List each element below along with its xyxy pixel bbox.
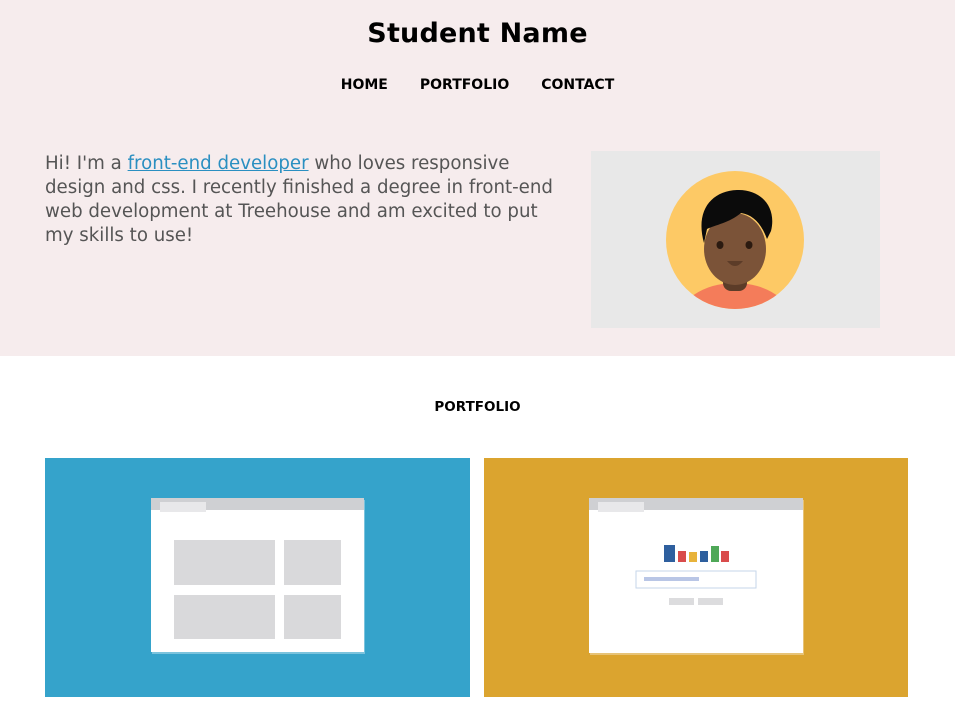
- avatar-illustration-icon: [666, 171, 804, 309]
- portfolio-card-search[interactable]: [484, 458, 908, 697]
- nav-portfolio[interactable]: PORTFOLIO: [420, 77, 509, 93]
- front-end-developer-link[interactable]: front-end developer: [128, 153, 309, 174]
- search-chart-illustration-icon: [589, 498, 804, 655]
- nav-contact[interactable]: CONTACT: [541, 77, 614, 93]
- portfolio-heading: PORTFOLIO: [434, 399, 521, 415]
- site-title: Student Name: [367, 18, 588, 49]
- intro-text: Hi! I'm a front-end developer who loves …: [45, 152, 557, 248]
- hero-section: Student Name HOME PORTFOLIO CONTACT Hi! …: [0, 0, 955, 356]
- nav-home[interactable]: HOME: [341, 77, 388, 93]
- portfolio-card-layout[interactable]: [45, 458, 470, 697]
- layout-grid-illustration-icon: [151, 498, 365, 654]
- main-nav: HOME PORTFOLIO CONTACT: [0, 77, 955, 93]
- intro-text-start: Hi! I'm a: [45, 153, 128, 174]
- avatar-image: [591, 151, 880, 328]
